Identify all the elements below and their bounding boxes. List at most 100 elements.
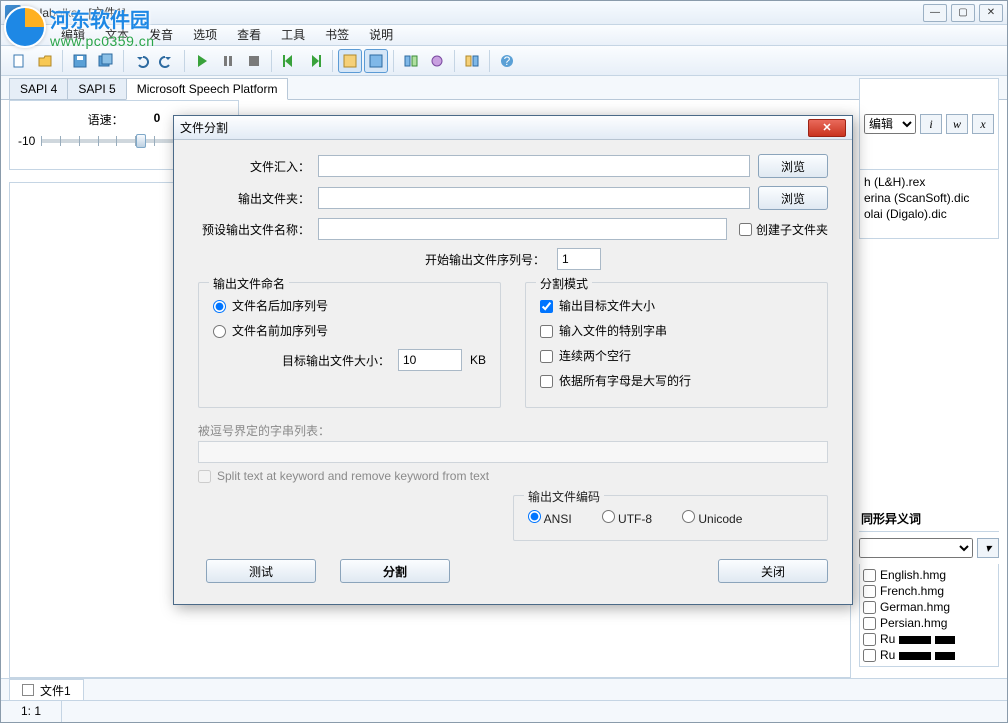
tb-new-icon[interactable] — [7, 49, 31, 73]
tb-tool3-icon[interactable] — [460, 49, 484, 73]
tb-help-icon[interactable]: ? — [495, 49, 519, 73]
file-in-input[interactable] — [318, 155, 750, 177]
close-window-button[interactable]: ✕ — [979, 4, 1003, 22]
tb-redo-icon[interactable] — [155, 49, 179, 73]
speed-value: 0 — [154, 111, 161, 128]
tb-panel2-icon[interactable] — [364, 49, 388, 73]
homograph-select[interactable] — [859, 538, 973, 558]
tb-prev-icon[interactable] — [277, 49, 301, 73]
dic-list: h (L&H).rex erina (ScanSoft).dic olai (D… — [859, 169, 999, 239]
start-seq-input[interactable] — [557, 248, 601, 270]
tb-saveall-icon[interactable] — [94, 49, 118, 73]
naming-before-radio[interactable]: 文件名前加序列号 — [213, 322, 486, 339]
dic-item[interactable]: h (L&H).rex — [864, 174, 994, 190]
hmg-item[interactable]: German.hmg — [863, 599, 995, 615]
label-target-size: 目标输出文件大小： — [282, 352, 390, 369]
enc-utf8-radio[interactable]: UTF-8 — [602, 510, 652, 526]
document-tabs: 文件1 — [1, 678, 1007, 700]
target-size-input[interactable] — [398, 349, 462, 371]
info-w-button[interactable]: w — [946, 114, 968, 134]
minimize-button[interactable]: — — [923, 4, 947, 22]
info-i-button[interactable]: i — [920, 114, 942, 134]
label-split-keyword: Split text at keyword and remove keyword… — [217, 469, 489, 483]
dialog-close-button[interactable]: ✕ — [808, 119, 846, 137]
mode-group-title: 分割模式 — [536, 275, 592, 292]
hmg-item[interactable]: French.hmg — [863, 583, 995, 599]
encoding-group: 输出文件编码 ANSI UTF-8 Unicode — [513, 495, 828, 541]
label-start-seq: 开始输出文件序列号： — [425, 251, 545, 268]
watermark-name: 河东软件园 — [50, 4, 155, 33]
tb-open-icon[interactable] — [33, 49, 57, 73]
info-x-button[interactable]: x — [972, 114, 994, 134]
slider-thumb-icon[interactable] — [136, 134, 146, 148]
homograph-panel: 同形异义词 ▾ English.hmg French.hmg German.hm… — [859, 506, 999, 667]
menu-view[interactable]: 查看 — [227, 25, 271, 45]
tb-panel1-icon[interactable] — [338, 49, 362, 73]
watermark: 河东软件园 www.pc0359.cn — [4, 4, 155, 49]
menu-bookmarks[interactable]: 书签 — [315, 25, 359, 45]
tb-next-icon[interactable] — [303, 49, 327, 73]
tb-pause-icon[interactable] — [216, 49, 240, 73]
tb-tool2-icon[interactable] — [425, 49, 449, 73]
menu-options[interactable]: 选项 — [183, 25, 227, 45]
hmg-item[interactable]: Ru — [863, 631, 995, 647]
label-file-in: 文件汇入： — [198, 158, 318, 175]
menu-help[interactable]: 说明 — [359, 25, 403, 45]
dialog-titlebar: 文件分割 ✕ — [174, 116, 852, 140]
cursor-position: 1: 1 — [1, 701, 62, 722]
document-tab[interactable]: 文件1 — [9, 679, 84, 701]
naming-group-title: 输出文件命名 — [209, 275, 289, 292]
homograph-title: 同形异义词 — [859, 506, 999, 532]
enc-ansi-radio[interactable]: ANSI — [528, 510, 572, 526]
tab-ms-speech[interactable]: Microsoft Speech Platform — [126, 78, 289, 100]
speed-min-label: -10 — [18, 134, 35, 148]
mode-blank-checkbox[interactable]: 连续两个空行 — [540, 347, 813, 364]
tb-play-icon[interactable] — [190, 49, 214, 73]
out-folder-input[interactable] — [318, 187, 750, 209]
mode-caps-checkbox[interactable]: 依据所有字母是大写的行 — [540, 372, 813, 389]
split-keyword-checkbox — [198, 470, 211, 483]
tb-save-icon[interactable] — [68, 49, 92, 73]
browse-folder-button[interactable]: 浏览 — [758, 186, 828, 210]
tb-undo-icon[interactable] — [129, 49, 153, 73]
tb-tool1-icon[interactable] — [399, 49, 423, 73]
speed-label: 语速： — [88, 111, 124, 128]
watermark-logo-icon — [4, 6, 46, 48]
naming-group: 输出文件命名 文件名后加序列号 文件名前加序列号 目标输出文件大小： KB — [198, 282, 501, 408]
hmg-item[interactable]: Persian.hmg — [863, 615, 995, 631]
maximize-button[interactable]: ▢ — [951, 4, 975, 22]
svg-text:?: ? — [504, 54, 511, 68]
mode-group: 分割模式 输出目标文件大小 输入文件的特别字串 连续两个空行 依据所有字母是大写… — [525, 282, 828, 408]
label-kb: KB — [470, 353, 486, 367]
homograph-action-button[interactable]: ▾ — [977, 538, 999, 558]
browse-file-button[interactable]: 浏览 — [758, 154, 828, 178]
encoding-group-title: 输出文件编码 — [524, 488, 604, 505]
menu-tools[interactable]: 工具 — [271, 25, 315, 45]
toolbar: ? — [1, 46, 1007, 76]
split-button[interactable]: 分割 — [340, 559, 450, 583]
mode-size-checkbox[interactable]: 输出目标文件大小 — [540, 297, 813, 314]
dialog-title: 文件分割 — [180, 119, 228, 136]
statusbar: 1: 1 — [1, 700, 1007, 722]
edit-select[interactable]: 编辑 — [864, 114, 916, 134]
close-button[interactable]: 关闭 — [718, 559, 828, 583]
test-button[interactable]: 测试 — [206, 559, 316, 583]
preset-name-input[interactable] — [318, 218, 727, 240]
document-tab-label: 文件1 — [40, 682, 71, 699]
label-preset-name: 预设输出文件名称： — [198, 221, 318, 238]
string-list-input — [198, 441, 828, 463]
dic-item[interactable]: olai (Digalo).dic — [864, 206, 994, 222]
dic-item[interactable]: erina (ScanSoft).dic — [864, 190, 994, 206]
naming-after-radio[interactable]: 文件名后加序列号 — [213, 297, 486, 314]
hmg-item[interactable]: Ru — [863, 647, 995, 663]
tab-sapi5[interactable]: SAPI 5 — [67, 78, 126, 99]
enc-unicode-radio[interactable]: Unicode — [682, 510, 742, 526]
file-split-dialog: 文件分割 ✕ 文件汇入： 浏览 输出文件夹： 浏览 预设输出文件名称： 创建子文… — [173, 115, 853, 605]
tab-sapi4[interactable]: SAPI 4 — [9, 78, 68, 99]
engine-tabs: SAPI 4 SAPI 5 Microsoft Speech Platform — [1, 76, 1007, 100]
tb-stop-icon[interactable] — [242, 49, 266, 73]
mode-special-checkbox[interactable]: 输入文件的特别字串 — [540, 322, 813, 339]
hmg-item[interactable]: English.hmg — [863, 567, 995, 583]
file-icon — [22, 684, 34, 696]
create-subfolder-checkbox[interactable]: 创建子文件夹 — [739, 221, 828, 238]
